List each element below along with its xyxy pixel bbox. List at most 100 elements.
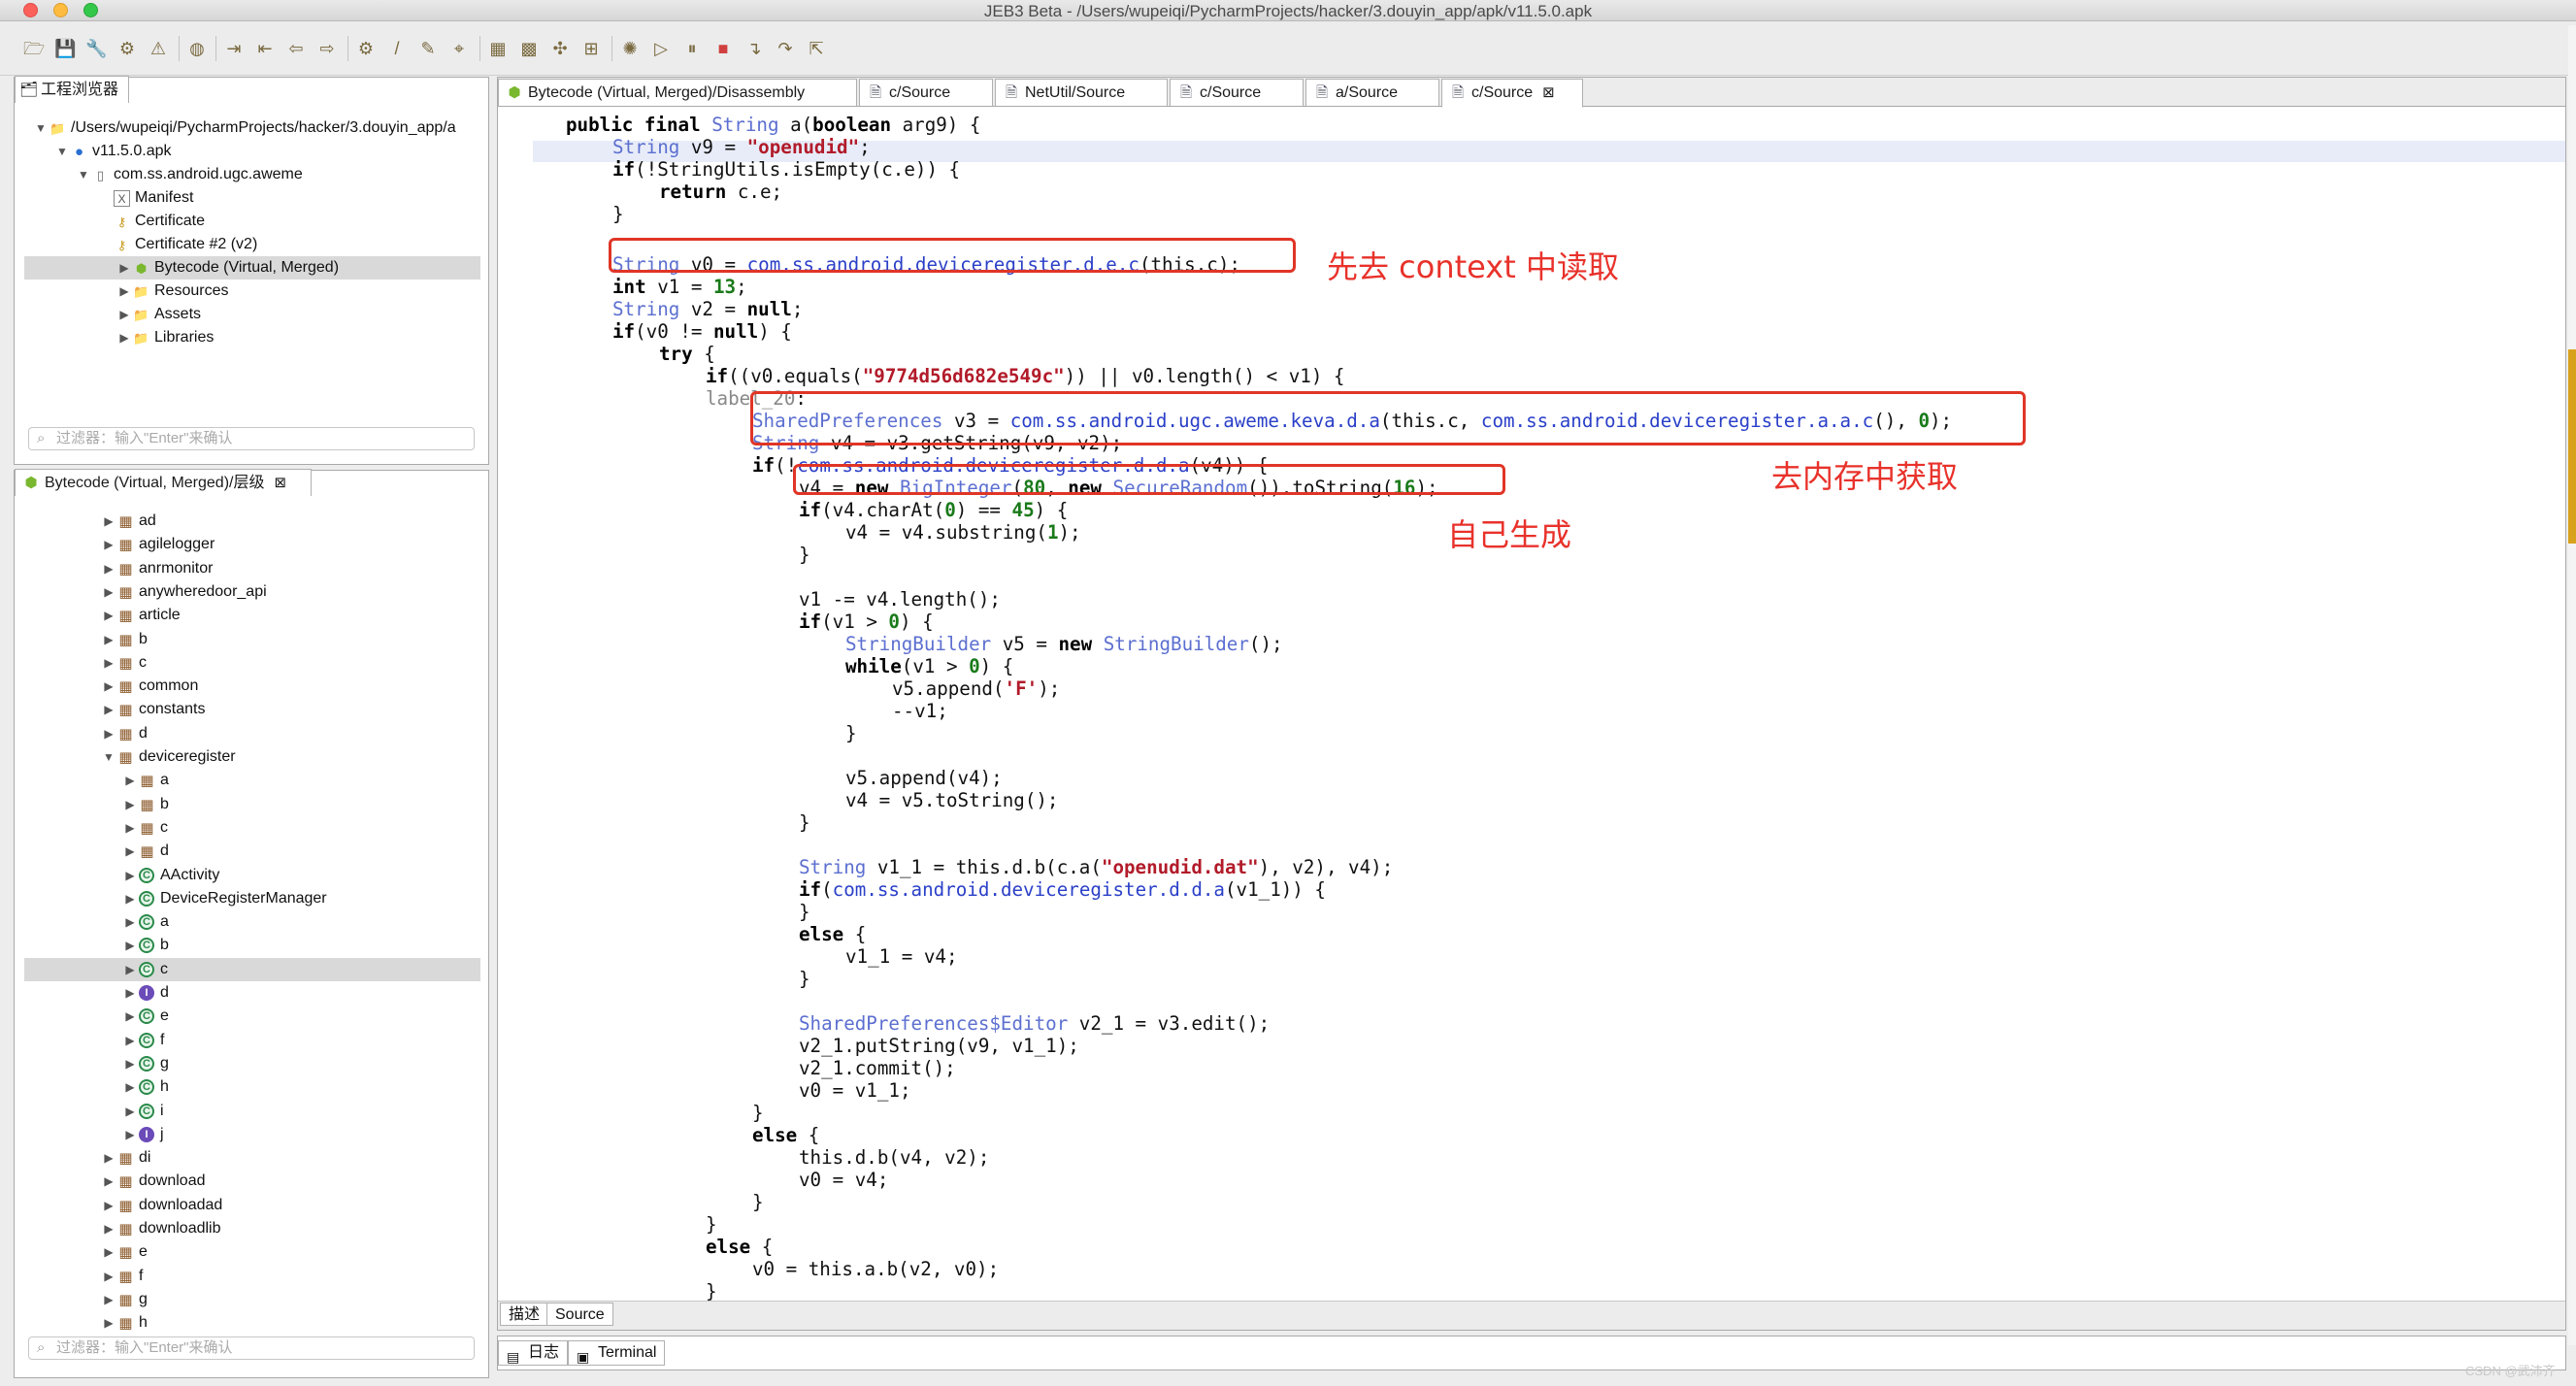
- source-code-view[interactable]: public final String a(boolean arg9) {Str…: [566, 114, 2556, 1366]
- collapsed-arrow-icon[interactable]: ▶: [102, 1288, 116, 1311]
- collapsed-arrow-icon[interactable]: ▶: [102, 604, 116, 627]
- graph-icon[interactable]: ▩: [518, 38, 540, 59]
- collapsed-arrow-icon[interactable]: ▶: [102, 1194, 116, 1217]
- navigate-in-icon[interactable]: ⇥: [223, 38, 245, 59]
- back-arrow-icon[interactable]: ⇦: [285, 38, 307, 59]
- collapsed-arrow-icon[interactable]: ▶: [102, 722, 116, 745]
- collapsed-arrow-icon[interactable]: ▶: [102, 1240, 116, 1264]
- xref-icon[interactable]: ⌖: [448, 38, 470, 59]
- code-line[interactable]: }: [799, 544, 810, 566]
- tab-c-source-1[interactable]: 🗎 c/Source: [859, 79, 993, 106]
- code-line[interactable]: v4 = v5.toString();: [845, 789, 1059, 811]
- collapsed-arrow-icon[interactable]: ▶: [123, 1075, 137, 1099]
- collapsed-arrow-icon[interactable]: ▶: [117, 303, 131, 326]
- code-line[interactable]: if(com.ss.android.deviceregister.d.d.a(v…: [799, 878, 1326, 901]
- code-line[interactable]: public final String a(boolean arg9) {: [566, 114, 980, 136]
- tab-a-source[interactable]: 🗎 a/Source: [1305, 79, 1439, 106]
- code-line[interactable]: while(v1 > 0) {: [845, 655, 1013, 677]
- tree-icon[interactable]: ✣: [549, 38, 571, 59]
- save-icon[interactable]: 💾: [54, 38, 76, 59]
- collapsed-arrow-icon[interactable]: ▶: [123, 816, 137, 840]
- stop-icon[interactable]: ■: [712, 38, 734, 59]
- project-filter-input[interactable]: ⌕ 过滤器：输入"Enter"来确认: [28, 427, 475, 450]
- tree-item-bytecode[interactable]: ▶ ⬢ Bytecode (Virtual, Merged): [24, 256, 480, 280]
- code-line[interactable]: v5.append(v4);: [845, 767, 1003, 789]
- comment-icon[interactable]: ✎: [417, 38, 439, 59]
- code-line[interactable]: int v1 = 13;: [612, 276, 747, 298]
- code-line[interactable]: v4 = v4.substring(1);: [845, 521, 1081, 544]
- code-line[interactable]: String v9 = "openudid";: [612, 136, 871, 158]
- code-line[interactable]: this.d.b(v4, v2);: [799, 1146, 989, 1169]
- rename-icon[interactable]: /: [386, 38, 408, 59]
- collapsed-arrow-icon[interactable]: ▶: [123, 981, 137, 1005]
- code-line[interactable]: v0 = v1_1;: [799, 1079, 911, 1102]
- collapsed-arrow-icon[interactable]: ▶: [123, 1052, 137, 1075]
- code-line[interactable]: if(!StringUtils.isEmpty(c.e)) {: [612, 158, 960, 181]
- collapsed-arrow-icon[interactable]: ▶: [123, 793, 137, 816]
- code-line[interactable]: if(v0 != null) {: [612, 320, 792, 343]
- code-line[interactable]: v2_1.putString(v9, v1_1);: [799, 1035, 1079, 1057]
- warning-icon[interactable]: ⚠: [148, 38, 169, 59]
- forward-arrow-icon[interactable]: ⇨: [316, 38, 338, 59]
- properties-icon[interactable]: ⚙: [116, 38, 138, 59]
- collapsed-arrow-icon[interactable]: ▶: [117, 326, 131, 349]
- tab-terminal[interactable]: ▣ Terminal: [568, 1340, 666, 1366]
- globe-icon[interactable]: ◍: [186, 38, 208, 59]
- collapsed-arrow-icon[interactable]: ▶: [102, 1217, 116, 1240]
- expanded-arrow-icon[interactable]: ▼: [34, 116, 48, 140]
- collapsed-arrow-icon[interactable]: ▶: [102, 1146, 116, 1170]
- collapsed-arrow-icon[interactable]: ▶: [123, 934, 137, 957]
- collapsed-arrow-icon[interactable]: ▶: [123, 864, 137, 887]
- hierarchy-item[interactable]: ▶ Cc: [24, 957, 480, 981]
- collapsed-arrow-icon[interactable]: ▶: [123, 887, 137, 910]
- code-line[interactable]: }: [612, 203, 624, 225]
- collapsed-arrow-icon[interactable]: ▶: [117, 256, 131, 280]
- code-line[interactable]: if(v1 > 0) {: [799, 610, 934, 633]
- code-line[interactable]: --v1;: [892, 700, 948, 722]
- code-line[interactable]: if((v0.equals("9774d56d682e549c")) || v0…: [706, 365, 1344, 387]
- collapsed-arrow-icon[interactable]: ▶: [123, 840, 137, 863]
- layout-icon[interactable]: ⊞: [580, 38, 602, 59]
- tab-disassembly[interactable]: ⬢ Bytecode (Virtual, Merged)/Disassembly: [498, 79, 857, 106]
- tab-netutil-source[interactable]: 🗎 NetUtil/Source: [995, 79, 1168, 106]
- navigate-out-icon[interactable]: ⇤: [254, 38, 276, 59]
- collapsed-arrow-icon[interactable]: ▶: [123, 1029, 137, 1052]
- code-line[interactable]: }: [752, 1102, 764, 1124]
- collapsed-arrow-icon[interactable]: ▶: [123, 1123, 137, 1146]
- code-line[interactable]: v2_1.commit();: [799, 1057, 956, 1079]
- step-out-icon[interactable]: ⇱: [806, 38, 827, 59]
- collapsed-arrow-icon[interactable]: ▶: [102, 1311, 116, 1335]
- collapsed-arrow-icon[interactable]: ▶: [123, 769, 137, 792]
- code-line[interactable]: String v2 = null;: [612, 298, 803, 320]
- collapsed-arrow-icon[interactable]: ▶: [123, 1005, 137, 1028]
- code-line[interactable]: try {: [659, 343, 715, 365]
- collapsed-arrow-icon[interactable]: ▶: [102, 533, 116, 556]
- code-line[interactable]: }: [752, 1191, 764, 1213]
- tab-source[interactable]: Source: [546, 1303, 613, 1326]
- close-tab-icon[interactable]: ⊠: [274, 475, 286, 491]
- collapsed-arrow-icon[interactable]: ▶: [102, 628, 116, 651]
- collapsed-arrow-icon[interactable]: ▶: [123, 1100, 137, 1123]
- collapsed-arrow-icon[interactable]: ▶: [102, 510, 116, 533]
- expanded-arrow-icon[interactable]: ▼: [77, 163, 90, 186]
- collapsed-arrow-icon[interactable]: ▶: [102, 557, 116, 580]
- code-line[interactable]: v0 = this.a.b(v2, v0);: [752, 1258, 999, 1280]
- collapsed-arrow-icon[interactable]: ▶: [102, 580, 116, 604]
- tab-hierarchy[interactable]: ⬢ Bytecode (Virtual, Merged)/层级 ⊠: [15, 469, 312, 496]
- collapsed-arrow-icon[interactable]: ▶: [102, 1265, 116, 1288]
- code-line[interactable]: if(v4.charAt(0) == 45) {: [799, 499, 1068, 521]
- code-line[interactable]: else {: [799, 923, 866, 945]
- code-line[interactable]: SharedPreferences$Editor v2_1 = v3.edit(…: [799, 1012, 1270, 1035]
- hierarchy-filter-input[interactable]: ⌕ 过滤器：输入"Enter"来确认: [28, 1336, 475, 1360]
- code-line[interactable]: else {: [706, 1236, 773, 1258]
- collapsed-arrow-icon[interactable]: ▶: [117, 280, 131, 303]
- run-icon[interactable]: ▷: [650, 38, 672, 59]
- code-line[interactable]: v1 -= v4.length();: [799, 588, 1001, 610]
- code-line[interactable]: }: [845, 722, 857, 744]
- code-line[interactable]: StringBuilder v5 = new StringBuilder();: [845, 633, 1283, 655]
- collapsed-arrow-icon[interactable]: ▶: [102, 675, 116, 698]
- wrench-icon[interactable]: 🔧: [85, 38, 107, 59]
- code-line[interactable]: String v1_1 = this.d.b(c.a("openudid.dat…: [799, 856, 1393, 878]
- collapsed-arrow-icon[interactable]: ▶: [102, 1170, 116, 1193]
- close-tab-icon[interactable]: ⊠: [1542, 84, 1555, 101]
